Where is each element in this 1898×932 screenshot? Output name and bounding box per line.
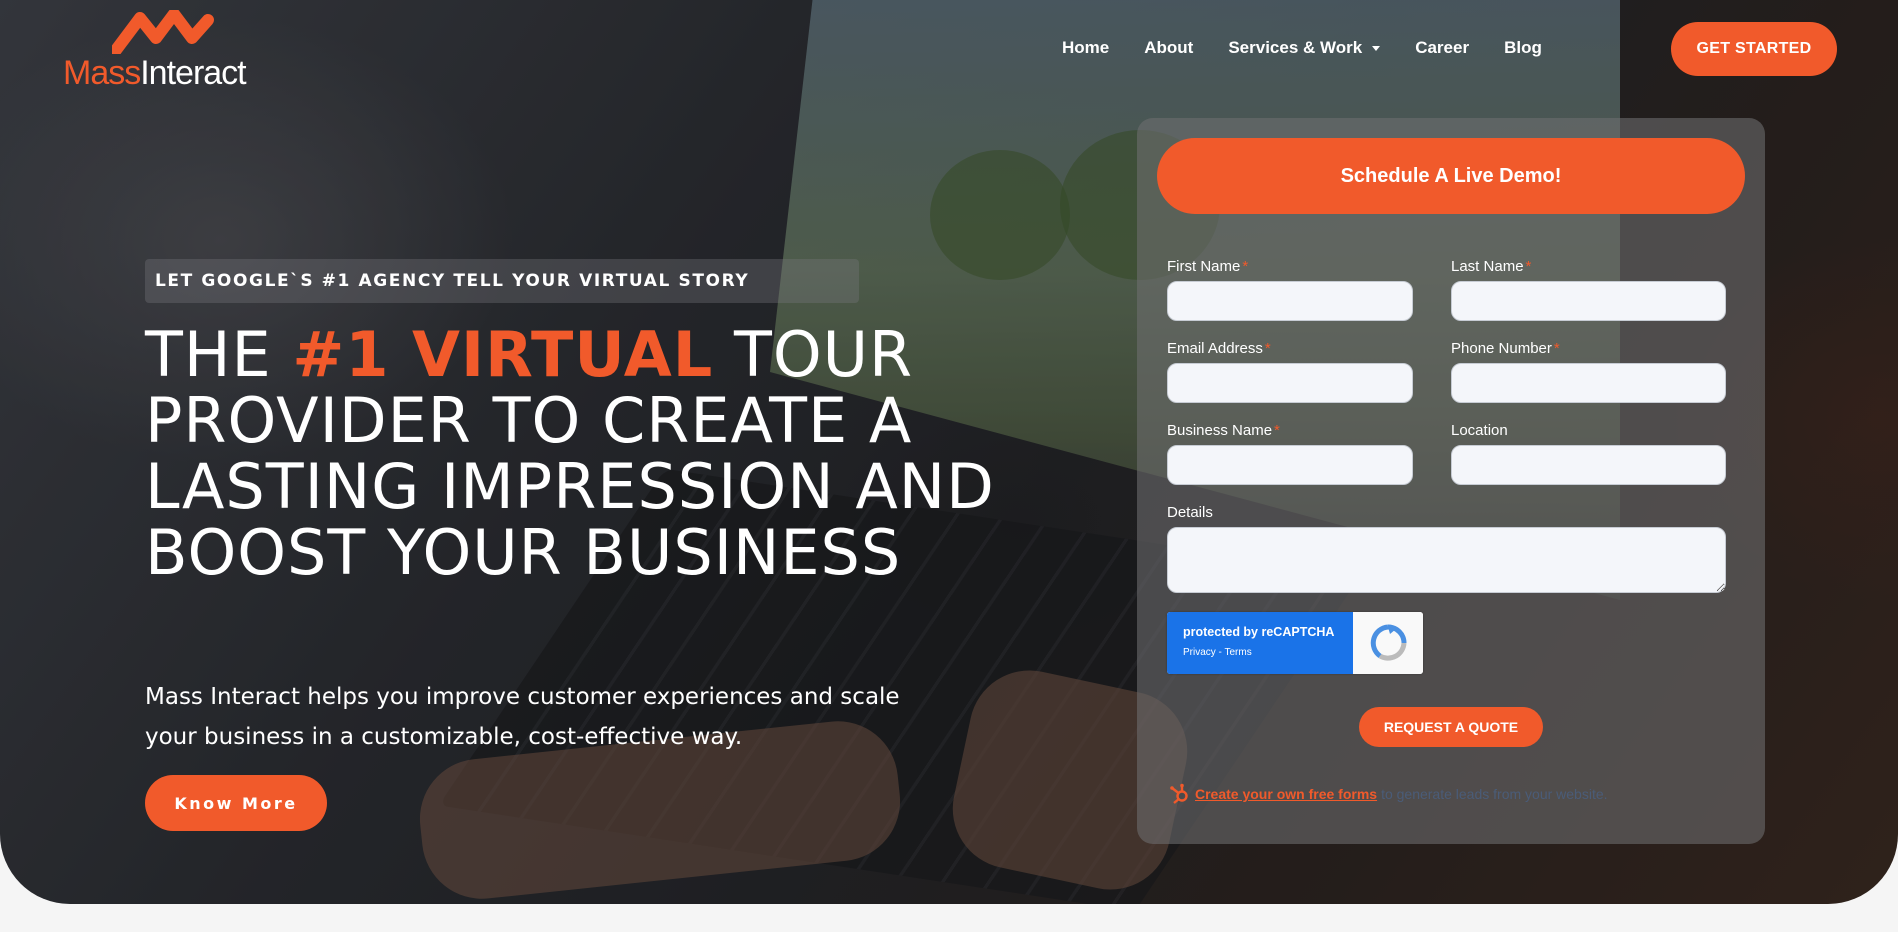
know-more-button[interactable]: Know More [145,775,327,831]
hero-description: Mass Interact helps you improve customer… [145,684,900,750]
hero-section: MassInteract Home About Services & Work … [0,0,1898,904]
hero-tagline: LET GOOGLE`S #1 AGENCY TELL YOUR VIRTUAL… [145,259,859,303]
nav-item-home[interactable]: Home [1062,38,1109,58]
recaptcha-text: protected by reCAPTCHA Privacy - Terms [1167,612,1353,674]
nav-link-services[interactable]: Services & Work [1228,38,1362,58]
first-name-input[interactable] [1167,281,1413,321]
headline-text-pre: THE [145,318,293,391]
nav-item-about[interactable]: About [1144,38,1193,58]
phone-label: Phone Number * [1451,340,1560,357]
location-input[interactable] [1451,445,1726,485]
hubspot-link[interactable]: Create your own free forms [1195,786,1377,802]
details-textarea[interactable] [1167,527,1726,593]
hubspot-text: to generate leads from your website. [1381,786,1608,802]
request-quote-button[interactable]: REQUEST A QUOTE [1359,707,1543,747]
brand-name-part1: Mass [63,54,141,92]
logo-mark-icon [112,10,214,54]
business-name-label: Business Name * [1167,422,1280,439]
recaptcha-title: protected by reCAPTCHA [1183,625,1335,639]
email-input[interactable] [1167,363,1413,403]
last-name-input[interactable] [1451,281,1726,321]
recaptcha-icon [1353,612,1423,674]
location-field: Location [1451,422,1726,485]
nav-item-career[interactable]: Career [1415,38,1469,58]
headline-highlight: #1 VIRTUAL [292,318,714,391]
hubspot-footer: Create your own free forms to generate l… [1169,783,1608,805]
first-name-label: First Name * [1167,258,1249,275]
last-name-field: Last Name * [1451,258,1726,321]
brand-wordmark: MassInteract [63,54,247,93]
business-name-input[interactable] [1167,445,1413,485]
get-started-button[interactable]: GET STARTED [1671,22,1837,76]
location-label: Location [1451,422,1508,439]
phone-input[interactable] [1451,363,1726,403]
details-field: Details [1167,504,1726,593]
hero-headline: THE #1 VIRTUAL TOUR PROVIDER TO CREATE A… [145,322,1025,586]
recaptcha-badge[interactable]: protected by reCAPTCHA Privacy - Terms [1167,612,1423,674]
nav-item-services[interactable]: Services & Work [1228,38,1381,58]
last-name-label: Last Name * [1451,258,1532,275]
nav-link-career[interactable]: Career [1415,38,1469,58]
business-name-field: Business Name * [1167,422,1413,485]
form-header: Schedule A Live Demo! [1157,138,1745,214]
chevron-down-icon[interactable] [1372,45,1381,51]
hubspot-sprocket-icon [1170,783,1188,804]
email-label: Email Address * [1167,340,1271,357]
email-field: Email Address * [1167,340,1413,403]
phone-field: Phone Number * [1451,340,1726,403]
details-label: Details [1167,504,1213,521]
nav-link-home[interactable]: Home [1062,38,1109,58]
nav-link-blog[interactable]: Blog [1504,38,1542,58]
nav-link-about[interactable]: About [1144,38,1193,58]
brand-logo[interactable]: MassInteract [62,10,272,93]
demo-form: Schedule A Live Demo! First Name * Last N… [1137,118,1765,844]
brand-name-part2: Interact [140,54,246,92]
nav-item-blog[interactable]: Blog [1504,38,1542,58]
main-nav: Home About Services & Work Career Blog [1062,38,1577,58]
recaptcha-links[interactable]: Privacy - Terms [1183,647,1337,658]
first-name-field: First Name * [1167,258,1413,321]
